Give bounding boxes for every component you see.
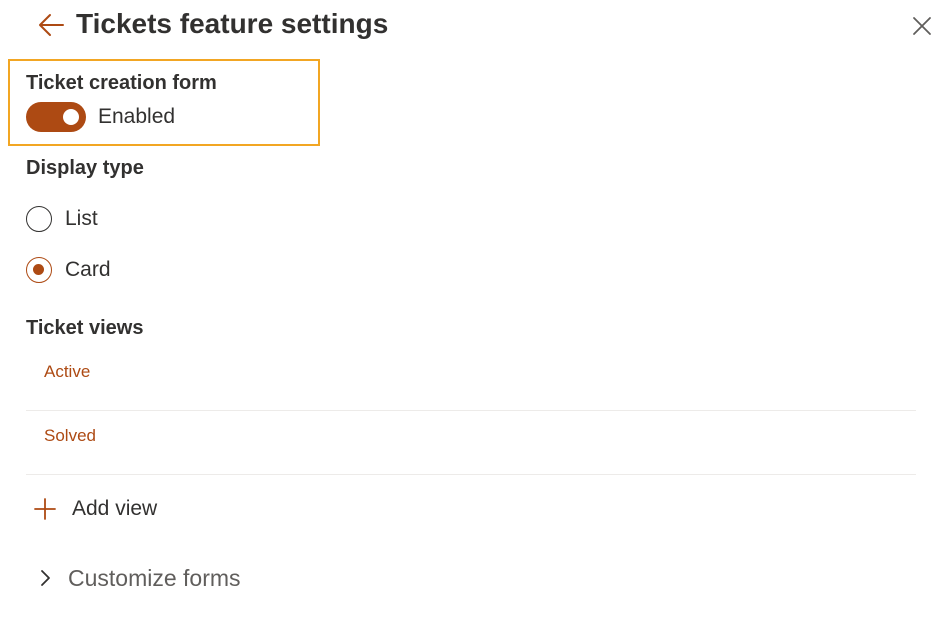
radio-button-card[interactable] [26,257,52,283]
toggle-knob [63,109,79,125]
page-title: Tickets feature settings [76,8,389,39]
chevron-right-icon [41,570,50,586]
add-view-button[interactable]: Add view [34,494,157,524]
radio-option-card[interactable]: Card [26,255,111,285]
toggle-state-text: Enabled [98,105,176,128]
close-icon [913,17,931,35]
radio-button-list[interactable] [26,206,52,232]
plus-icon [34,498,56,520]
radio-selected-dot [33,264,44,275]
customize-forms-label: Customize forms [68,565,241,591]
customize-forms-expander[interactable]: Customize forms [38,562,241,594]
back-button[interactable] [34,8,68,42]
ticket-view-label: Solved [44,426,96,445]
ticket-views-label: Ticket views [26,317,144,339]
radio-label-card: Card [65,258,111,281]
ticket-view-label: Active [44,362,91,381]
arrow-left-icon [39,14,64,36]
close-button[interactable] [906,10,938,42]
ticket-view-item-solved[interactable]: Solved [26,411,916,475]
ticket-creation-toggle[interactable] [26,102,86,132]
add-view-label: Add view [72,497,158,520]
radio-label-list: List [65,207,98,230]
radio-option-list[interactable]: List [26,204,98,234]
ticket-view-item-active[interactable]: Active [26,347,916,411]
ticket-creation-form-label: Ticket creation form [26,72,217,94]
display-type-label: Display type [26,157,144,179]
